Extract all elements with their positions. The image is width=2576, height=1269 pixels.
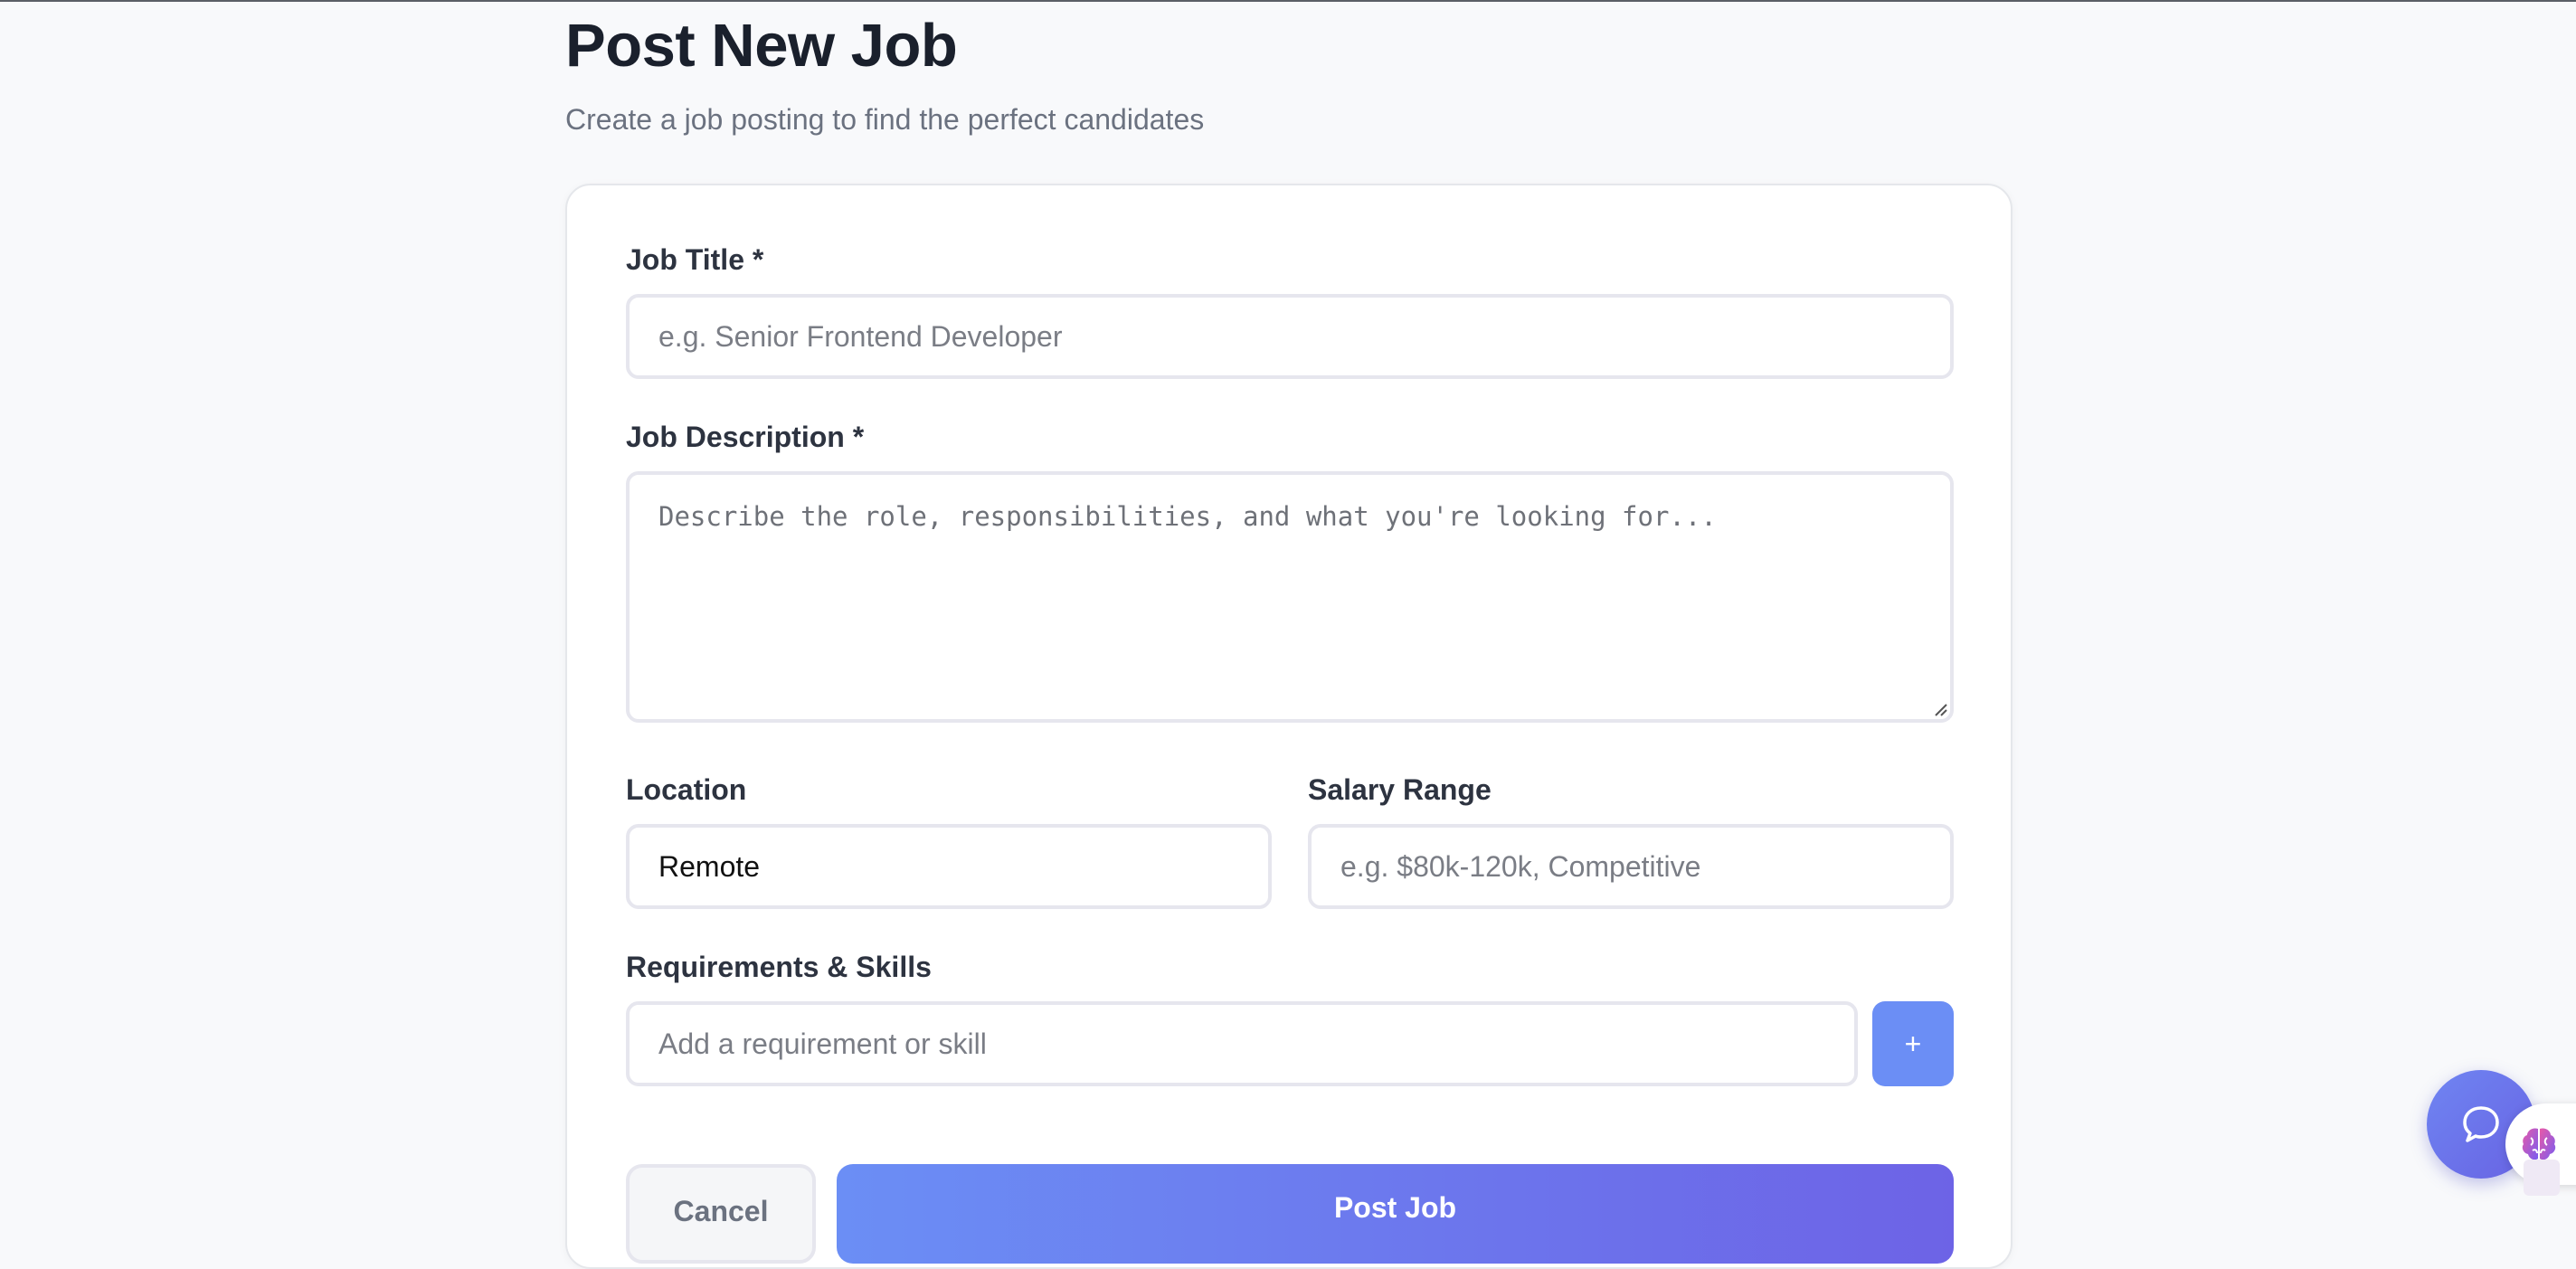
- requirement-input[interactable]: [626, 1001, 1858, 1086]
- location-input[interactable]: [626, 824, 1272, 909]
- page-title: Post New Job: [565, 12, 958, 80]
- location-label: Location: [626, 773, 747, 806]
- job-description-label: Job Description *: [626, 421, 865, 453]
- page-subtitle: Create a job posting to find the perfect…: [565, 103, 1205, 136]
- salary-range-label: Salary Range: [1308, 773, 1492, 806]
- job-form-card: Job Title * Job Description * Location S…: [565, 184, 2012, 1269]
- job-description-textarea[interactable]: [626, 471, 1954, 723]
- resize-grip-icon[interactable]: [1932, 701, 1948, 717]
- chat-bubble-icon: [2463, 1106, 2499, 1142]
- add-requirement-button[interactable]: +: [1872, 1001, 1954, 1086]
- widget-badge: [2524, 1160, 2560, 1196]
- salary-range-input[interactable]: [1308, 824, 1954, 909]
- job-title-input[interactable]: [626, 294, 1954, 379]
- plus-icon: +: [1904, 1027, 1922, 1060]
- post-job-button[interactable]: Post Job: [837, 1164, 1954, 1264]
- job-title-label: Job Title *: [626, 243, 764, 276]
- window-top-border: [0, 0, 2576, 2]
- requirements-label: Requirements & Skills: [626, 951, 932, 983]
- cancel-button[interactable]: Cancel: [626, 1164, 816, 1264]
- page-header: Post New Job Create a job posting to fin…: [565, 12, 1205, 137]
